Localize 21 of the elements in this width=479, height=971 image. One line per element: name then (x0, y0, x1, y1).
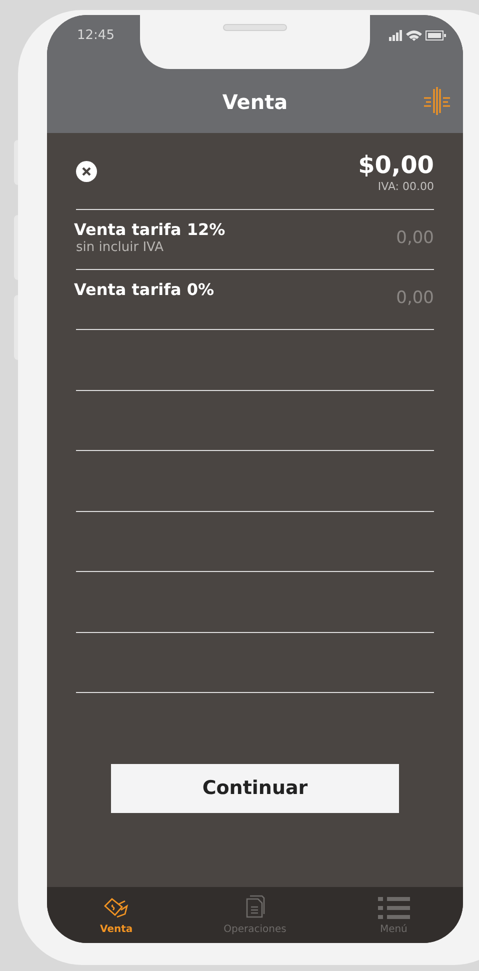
status-icons (389, 30, 447, 41)
total-amount: $0,00 (358, 151, 434, 179)
logo-icon (423, 87, 451, 115)
rate-label: Venta tarifa 12% (74, 220, 226, 240)
rate-row[interactable]: Venta tarifa 0% 0,00 (76, 270, 434, 330)
close-icon (82, 167, 91, 176)
document-icon (245, 895, 265, 919)
tax-amount: IVA: 00.00 (378, 179, 434, 195)
rate-amount: 0,00 (396, 227, 434, 250)
tab[interactable]: Venta (47, 887, 186, 943)
screen-title: Venta (222, 88, 288, 116)
speaker-grille (223, 24, 287, 31)
continue-button[interactable]: Continuar (111, 764, 399, 813)
rate-row[interactable]: Venta tarifa 12% sin incluir IVA 0,00 (76, 210, 434, 270)
menu-icon (378, 897, 410, 919)
rate-label: Venta tarifa 0% (74, 280, 214, 300)
rate-note: sin incluir IVA (76, 240, 164, 255)
rate-amount: 0,00 (396, 287, 434, 310)
status-time: 12:45 (77, 27, 114, 45)
close-button[interactable] (76, 161, 97, 182)
hand-card-icon (103, 897, 130, 919)
